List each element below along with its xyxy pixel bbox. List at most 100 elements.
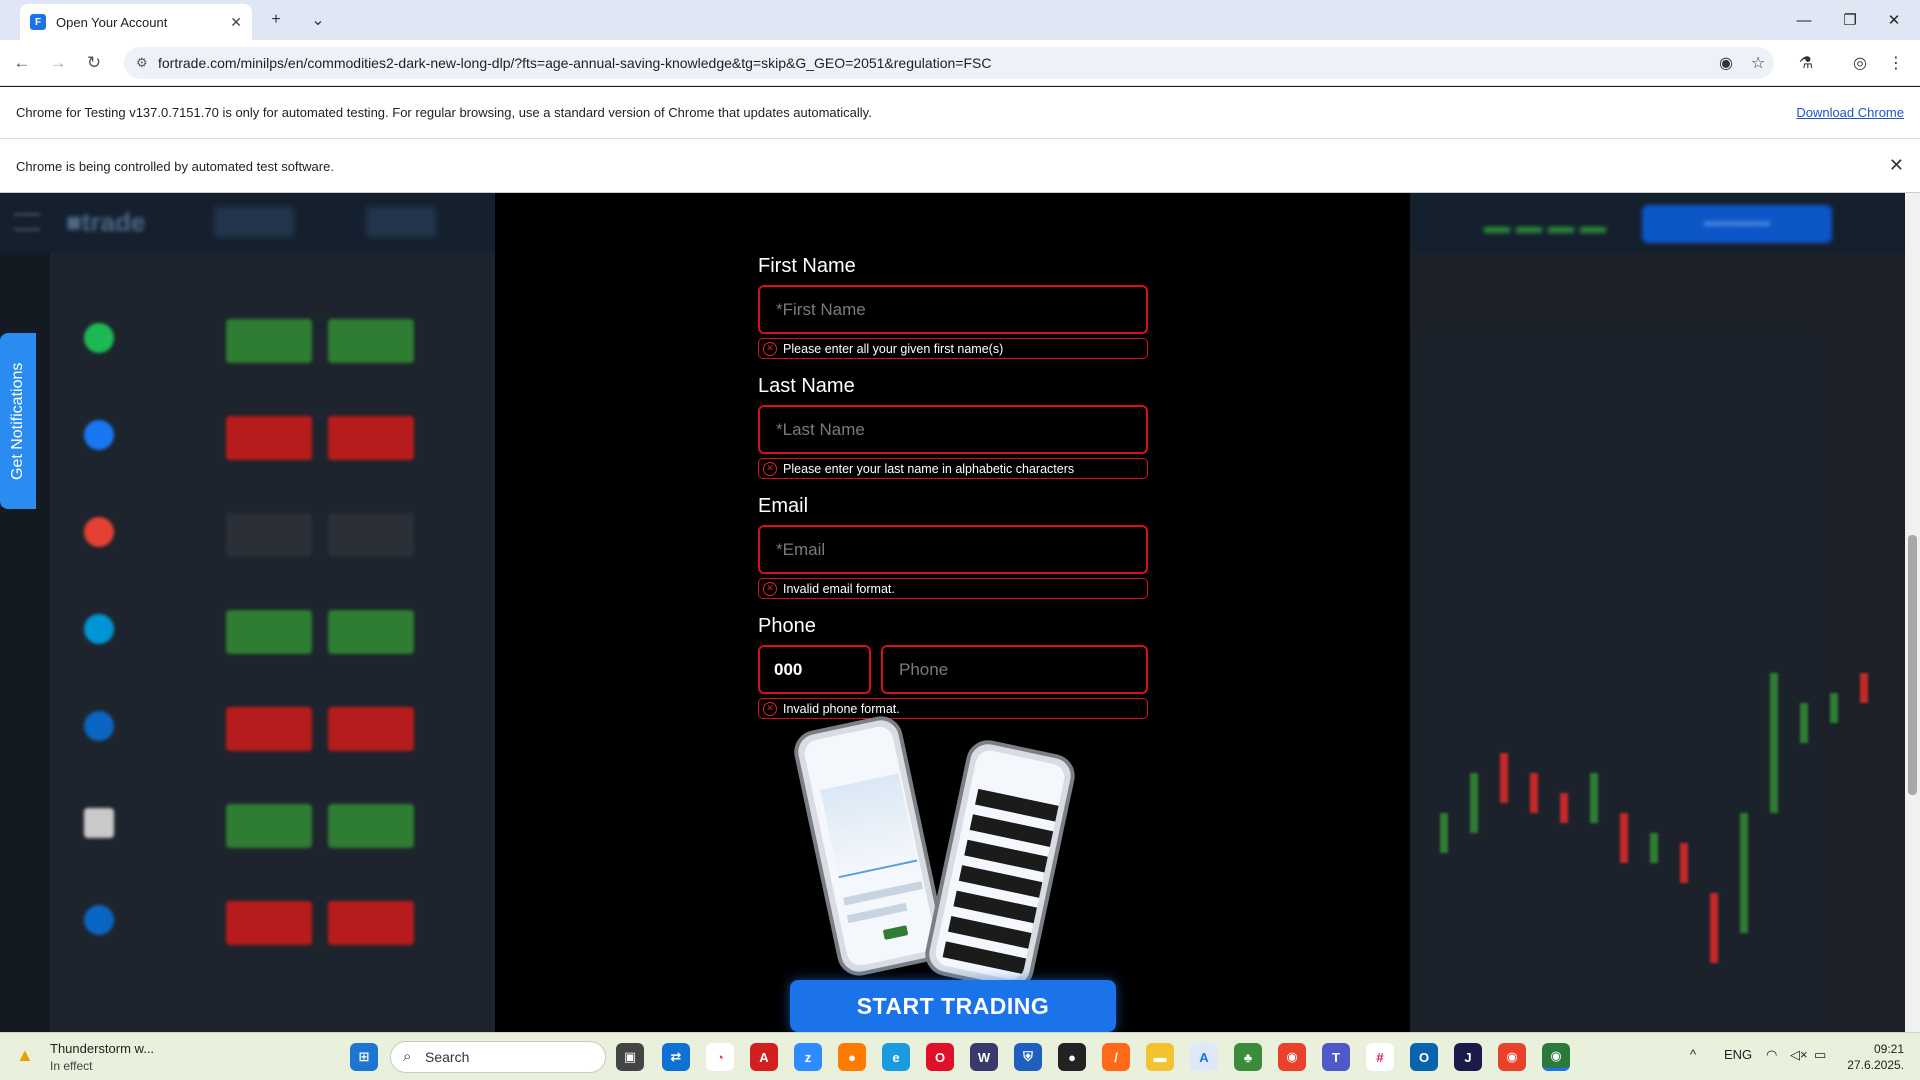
testing-infobar: Chrome for Testing v137.0.7151.70 is onl… (0, 87, 1920, 139)
tracking-protection-icon[interactable]: ◉ (1714, 51, 1738, 75)
list-item (66, 798, 466, 888)
last-name-error: ✕ Please enter your last name in alphabet… (758, 458, 1148, 479)
download-chrome-link[interactable]: Download Chrome (1796, 105, 1904, 120)
slack-icon[interactable]: # (1366, 1043, 1394, 1071)
get-notifications-tab[interactable]: Get Notifications (0, 333, 36, 509)
clock-time: 09:21 (1873, 1042, 1904, 1056)
last-name-error-text: Please enter your last name in alphabeti… (783, 461, 1075, 476)
tray-chevron-icon[interactable]: ^ (1690, 1047, 1696, 1062)
close-infobar-icon[interactable]: ✕ (1889, 155, 1904, 176)
firefox-icon[interactable]: ● (838, 1043, 866, 1071)
edge-icon[interactable]: e (882, 1043, 910, 1071)
error-icon: ✕ (763, 701, 777, 716)
phone-input[interactable]: Phone (881, 645, 1148, 694)
list-item (66, 507, 466, 597)
chrome-icon[interactable]: ◉ (1278, 1043, 1306, 1071)
country-code-input[interactable]: 000 (758, 645, 871, 694)
app-leaf-icon[interactable]: ♣ (1234, 1043, 1262, 1071)
phone-left (790, 712, 950, 980)
chrome-icon-2[interactable]: ◉ (1498, 1043, 1526, 1071)
first-name-error-text: Please enter all your given first name(s… (783, 341, 1004, 356)
zoom-icon[interactable]: z (794, 1043, 822, 1071)
word-icon[interactable]: W (970, 1043, 998, 1071)
scrollbar-thumb[interactable] (1908, 535, 1917, 795)
app-a-icon[interactable]: A (1190, 1043, 1218, 1071)
email-group: Email *Email ✕ Invalid email format. (758, 495, 1148, 599)
start-windows-icon[interactable]: ⊞ (350, 1043, 378, 1071)
minimize-icon[interactable]: — (1784, 6, 1824, 34)
hamburger-icon (14, 213, 40, 231)
tab-strip: F Open Your Account ✕ + ⌄ — ❐ ✕ (0, 0, 1920, 40)
app-phones-illustration (790, 712, 1105, 994)
search-icon: ⌕ (403, 1048, 412, 1065)
windows-taskbar: ▲ Thunderstorm w... In effect ⊞ ⌕ Search… (0, 1032, 1920, 1080)
ide-icon[interactable]: J (1454, 1043, 1482, 1071)
profile-icon[interactable]: ◎ (1848, 51, 1872, 75)
taskbar-search-input[interactable]: ⌕ Search (390, 1041, 606, 1073)
clock-date: 27.6.2025. (1847, 1058, 1904, 1072)
opera-icon[interactable]: O (926, 1043, 954, 1071)
fortrade-favicon-icon: F (30, 14, 46, 30)
reload-icon[interactable]: ↻ (82, 51, 106, 75)
teams-icon[interactable]: T (1322, 1043, 1350, 1071)
weather-sub: In effect (50, 1059, 93, 1073)
balance-blur (214, 207, 294, 237)
battery-icon[interactable]: ▭ (1814, 1047, 1826, 1063)
menu-kebab-icon[interactable]: ⋮ (1884, 51, 1908, 75)
task-view-icon[interactable]: ▣ (616, 1043, 644, 1071)
list-item (66, 701, 466, 791)
page-scrollbar[interactable] (1905, 193, 1920, 1032)
error-icon: ✕ (763, 341, 777, 356)
first-name-group: First Name *First Name ✕ Please enter all… (758, 255, 1148, 359)
start-trading-button[interactable]: START TRADING (790, 980, 1116, 1032)
pdf-reader-icon[interactable]: A (750, 1043, 778, 1071)
error-icon: ✕ (763, 461, 777, 476)
phone-group: Phone 000 Phone ✕ Invalid phone format. (758, 615, 1148, 719)
automation-notice: Chrome is being controlled by automated … (16, 159, 334, 174)
phone-error: ✕ Invalid phone format. (758, 698, 1148, 719)
phone-label: Phone (758, 615, 816, 637)
bookmark-star-icon[interactable]: ☆ (1746, 51, 1770, 75)
wifi-icon[interactable]: ◠ (1766, 1047, 1777, 1063)
language-indicator[interactable]: ENG (1724, 1047, 1752, 1062)
clock[interactable]: 09:21 27.6.2025. (1847, 1041, 1904, 1073)
app-orange-icon[interactable]: / (1102, 1043, 1130, 1071)
list-item (66, 410, 466, 500)
teamviewer-icon[interactable]: ⇄ (662, 1043, 690, 1071)
new-tab-icon[interactable]: + (264, 8, 288, 32)
phone-right (921, 736, 1079, 994)
app-dark-icon[interactable]: ● (1058, 1043, 1086, 1071)
first-name-error: ✕ Please enter all your given first name(… (758, 338, 1148, 359)
url-field[interactable]: ⚙ fortrade.com/minilps/en/commodities2-d… (124, 47, 1774, 79)
first-name-label: First Name (758, 255, 856, 277)
back-icon[interactable]: ← (10, 51, 34, 75)
volume-muted-icon[interactable]: ◁× (1790, 1047, 1808, 1063)
email-input[interactable]: *Email (758, 525, 1148, 574)
price-chart (1410, 333, 1868, 1032)
browser-tab[interactable]: F Open Your Account ✕ (20, 4, 252, 40)
first-name-input[interactable]: *First Name (758, 285, 1148, 334)
window-close-icon[interactable]: ✕ (1874, 6, 1914, 34)
labs-flask-icon[interactable]: ⚗ (1794, 51, 1818, 75)
financial-strength-blur (1484, 207, 1608, 237)
file-explorer-icon[interactable]: ▬ (1146, 1043, 1174, 1071)
testing-notice: Chrome for Testing v137.0.7151.70 is onl… (16, 105, 872, 120)
last-name-label: Last Name (758, 375, 855, 397)
page-viewport: ■trade ▪▪▪▪▪▪▪▪▪▪▪ Get Notifications Fir… (0, 193, 1920, 1032)
phone-error-text: Invalid phone format. (783, 701, 900, 716)
outlook-icon[interactable]: O (1410, 1043, 1438, 1071)
address-bar-row: ← → ↻ ⚙ fortrade.com/minilps/en/commodit… (0, 40, 1920, 86)
forward-icon[interactable]: → (46, 51, 70, 75)
url-text: fortrade.com/minilps/en/commodities2-dar… (158, 55, 992, 71)
security-shield-icon[interactable]: ⛨ (1014, 1043, 1042, 1071)
chrome-testing-icon[interactable]: ◉ (1542, 1043, 1570, 1071)
last-name-group: Last Name *Last Name ✕ Please enter your … (758, 375, 1148, 479)
site-info-icon[interactable]: ⚙ (136, 55, 148, 71)
search-placeholder: Search (425, 1049, 470, 1065)
tab-search-chevron-icon[interactable]: ⌄ (306, 8, 330, 32)
app-circle-icon[interactable]: ◔ (706, 1043, 734, 1071)
last-name-input[interactable]: *Last Name (758, 405, 1148, 454)
open-pl-blur (366, 207, 436, 237)
close-tab-icon[interactable]: ✕ (230, 14, 242, 31)
restore-icon[interactable]: ❐ (1830, 6, 1870, 34)
